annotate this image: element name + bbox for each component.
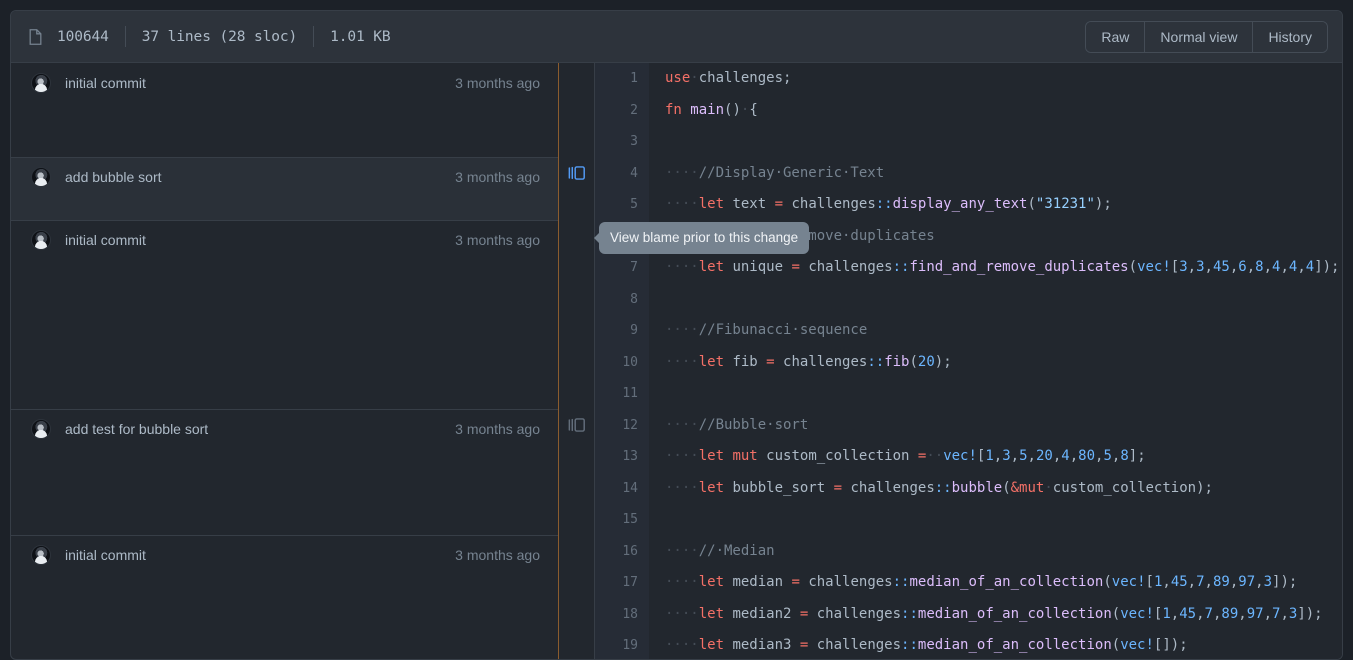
line-number[interactable]: 16 bbox=[595, 536, 638, 568]
code-line: fn main()·{ bbox=[665, 101, 758, 118]
commit-age: 3 months ago bbox=[455, 74, 540, 91]
line-number[interactable]: 17 bbox=[595, 567, 638, 599]
blame-row-content: initial commit 3 months ago bbox=[11, 545, 558, 565]
code-line: ····let median2 = challenges::median_of_… bbox=[665, 605, 1323, 622]
commit-age: 3 months ago bbox=[455, 232, 540, 248]
line-number[interactable]: 4 bbox=[595, 158, 638, 190]
file-meta: 100644 37 lines (28 sloc) 1.01 KB bbox=[27, 26, 1085, 47]
commit-message-link[interactable]: add test for bubble sort bbox=[65, 421, 443, 437]
commit-age: 3 months ago bbox=[455, 547, 540, 563]
file-line-count: 37 lines (28 sloc) bbox=[141, 28, 298, 45]
blame-row-content: add test for bubble sort 3 months ago bbox=[11, 419, 558, 439]
commit-message-link[interactable]: initial commit bbox=[65, 232, 443, 248]
line-number[interactable]: 6 bbox=[595, 221, 638, 253]
file-size: 1.01 KB bbox=[330, 28, 391, 45]
avatar[interactable] bbox=[31, 167, 51, 187]
blame-row-content: initial commit 3 months ago bbox=[11, 72, 558, 93]
view-blame-prior-icon[interactable] bbox=[559, 410, 595, 440]
commit-age: 3 months ago bbox=[455, 421, 540, 437]
file-mode: 100644 bbox=[57, 28, 109, 45]
code-content: use·challenges; fn main()·{ ····//Display·… bbox=[649, 63, 1342, 659]
commit-message-link[interactable]: initial commit bbox=[65, 75, 443, 91]
line-number[interactable]: 2 bbox=[595, 95, 638, 127]
line-number[interactable]: 5 bbox=[595, 189, 638, 221]
code-line: ····let bubble_sort = challenges::bubble… bbox=[665, 479, 1213, 496]
line-number[interactable]: 3 bbox=[595, 126, 638, 158]
view-blame-prior-icon[interactable] bbox=[559, 158, 595, 188]
code-line: ····let unique = challenges::find_and_re… bbox=[665, 259, 1340, 275]
file-card: 100644 37 lines (28 sloc) 1.01 KB Raw No… bbox=[10, 10, 1343, 660]
blame-row-content: initial commit 3 months ago bbox=[11, 230, 558, 250]
avatar[interactable] bbox=[31, 72, 51, 93]
code-line: ····//Bubble·sort bbox=[665, 416, 809, 433]
code-line: ····let mut custom_collection =··vec![1,… bbox=[665, 448, 1146, 464]
line-number[interactable]: 12 bbox=[595, 410, 638, 442]
raw-button[interactable]: Raw bbox=[1086, 21, 1145, 52]
line-number[interactable]: 9 bbox=[595, 315, 638, 347]
history-button[interactable]: History bbox=[1252, 21, 1327, 52]
code-line: ····//Fibunacci·sequence bbox=[665, 322, 868, 338]
blame-row[interactable]: initial commit 3 months ago bbox=[11, 221, 558, 410]
line-number[interactable]: 1 bbox=[595, 63, 638, 95]
blame-row[interactable]: initial commit 3 months ago bbox=[11, 536, 558, 660]
blame-row-content: add bubble sort 3 months ago bbox=[11, 167, 558, 187]
line-number-gutter: 1 2 3 4 5 6 7 8 9 10 11 12 13 14 15 16 17 18 19 bbox=[595, 63, 649, 659]
file-actions: Raw Normal view History bbox=[1085, 20, 1328, 53]
code-line: ····//·Median bbox=[665, 542, 775, 559]
meta-divider-1 bbox=[124, 26, 126, 47]
line-number[interactable]: 8 bbox=[595, 284, 638, 316]
line-number[interactable]: 11 bbox=[595, 378, 638, 410]
line-number[interactable]: 15 bbox=[595, 504, 638, 536]
line-number[interactable]: 13 bbox=[595, 441, 638, 473]
code-column: 1 2 3 4 5 6 7 8 9 10 11 12 13 14 15 16 17 18 19 use·challe… bbox=[595, 63, 1342, 659]
code-line: ····//Find·and·Remove·duplicates bbox=[665, 227, 935, 244]
code-line: ····let text = challenges::display_any_t… bbox=[665, 196, 1112, 212]
meta-divider-2 bbox=[313, 26, 315, 47]
commit-age: 3 months ago bbox=[455, 169, 540, 185]
line-number[interactable]: 14 bbox=[595, 473, 638, 505]
blame-row[interactable]: add test for bubble sort 3 months ago bbox=[11, 410, 558, 536]
line-number[interactable]: 10 bbox=[595, 347, 638, 379]
code-line: ····let fib = challenges::fib(20); bbox=[665, 353, 952, 370]
blame-body: initial commit 3 months ago add bubble sor… bbox=[11, 63, 1342, 659]
code-line: ····//Display·Generic·Text bbox=[665, 164, 885, 181]
normal-view-button[interactable]: Normal view bbox=[1144, 21, 1253, 52]
blame-page: 100644 37 lines (28 sloc) 1.01 KB Raw No… bbox=[0, 0, 1353, 660]
code-line: ····let median = challenges::median_of_a… bbox=[665, 574, 1298, 590]
commit-message-link[interactable]: add bubble sort bbox=[65, 169, 443, 185]
avatar[interactable] bbox=[31, 230, 51, 250]
code-line: use·challenges; bbox=[665, 70, 792, 86]
reblame-column bbox=[559, 63, 595, 659]
file-header: 100644 37 lines (28 sloc) 1.01 KB Raw No… bbox=[11, 11, 1342, 63]
line-number[interactable]: 18 bbox=[595, 599, 638, 631]
line-number[interactable]: 19 bbox=[595, 630, 638, 659]
avatar[interactable] bbox=[31, 545, 51, 565]
code-line: ····let median3 = challenges::median_of_… bbox=[665, 637, 1188, 653]
blame-commit-column: initial commit 3 months ago add bubble sor… bbox=[11, 63, 559, 659]
blame-row[interactable]: add bubble sort 3 months ago bbox=[11, 157, 558, 221]
blame-row[interactable]: initial commit 3 months ago bbox=[11, 63, 558, 158]
avatar[interactable] bbox=[31, 419, 51, 439]
commit-message-link[interactable]: initial commit bbox=[65, 547, 443, 563]
line-number[interactable]: 7 bbox=[595, 252, 638, 284]
file-icon bbox=[27, 27, 44, 47]
